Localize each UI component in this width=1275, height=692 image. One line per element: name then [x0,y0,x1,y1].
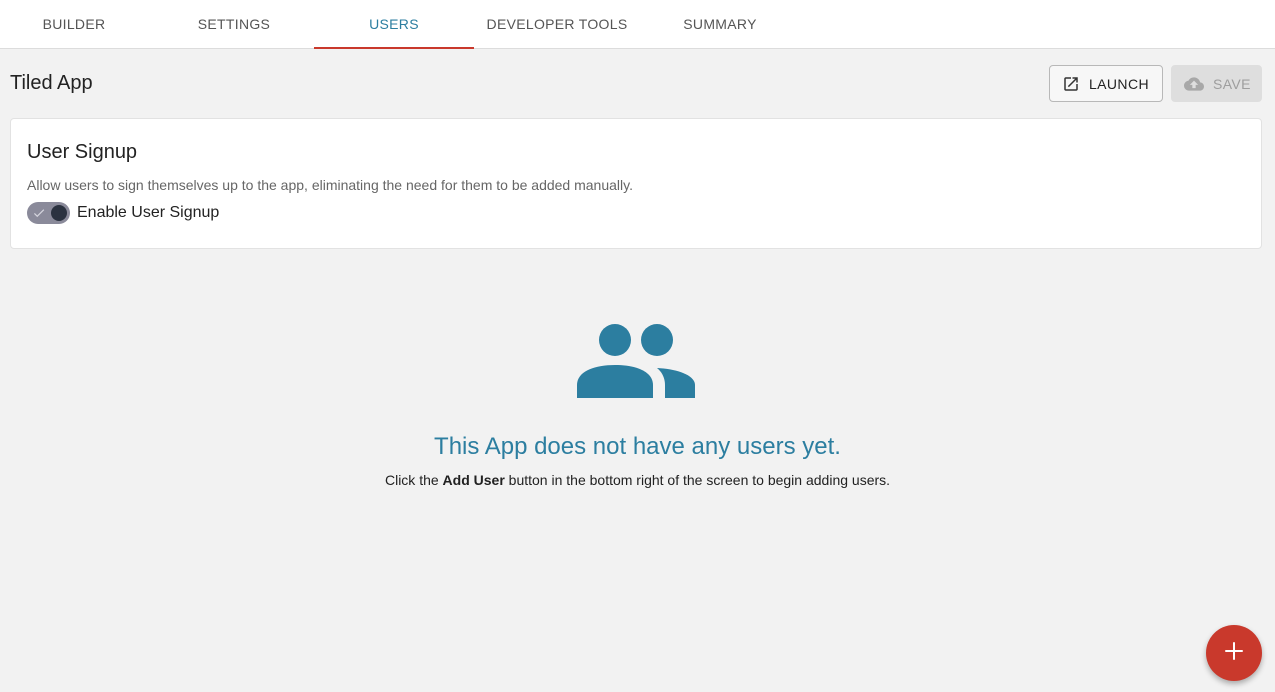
enable-signup-label: Enable User Signup [77,204,220,221]
empty-state-hint: Click the Add User button in the bottom … [0,472,1275,488]
save-button[interactable]: SAVE [1171,65,1262,102]
user-signup-title: User Signup [27,141,138,163]
empty-state-title: This App does not have any users yet. [434,433,841,460]
tab-builder[interactable]: BUILDER [0,0,148,48]
empty-state-hint-bold: Add User [442,472,505,488]
tab-summary[interactable]: SUMMARY [640,0,800,48]
user-signup-description: Allow users to sign themselves up to the… [27,177,633,193]
tab-developer-tools[interactable]: DEVELOPER TOOLS [474,0,640,48]
toggle-knob [51,205,67,221]
people-icon [576,323,696,404]
launch-button[interactable]: LAUNCH [1049,65,1163,102]
plus-icon [1225,641,1243,665]
empty-state-hint-before: Click the [384,472,443,488]
empty-state-hint-after: button in the bottom right of the screen… [504,472,891,488]
open-in-new-icon [1062,75,1080,93]
enable-signup-toggle[interactable] [27,202,70,224]
tab-users[interactable]: USERS [314,0,474,49]
check-icon [32,206,46,225]
tab-bar: BUILDER SETTINGS USERS DEVELOPER TOOLS S… [0,0,1275,49]
page-title: Tiled App [10,72,93,94]
cloud-upload-icon [1184,74,1204,94]
save-label: SAVE [1213,75,1251,92]
add-user-button[interactable] [1206,625,1262,681]
user-signup-card: User Signup Allow users to sign themselv… [10,118,1262,249]
launch-label: LAUNCH [1089,75,1149,92]
tab-settings[interactable]: SETTINGS [154,0,314,48]
